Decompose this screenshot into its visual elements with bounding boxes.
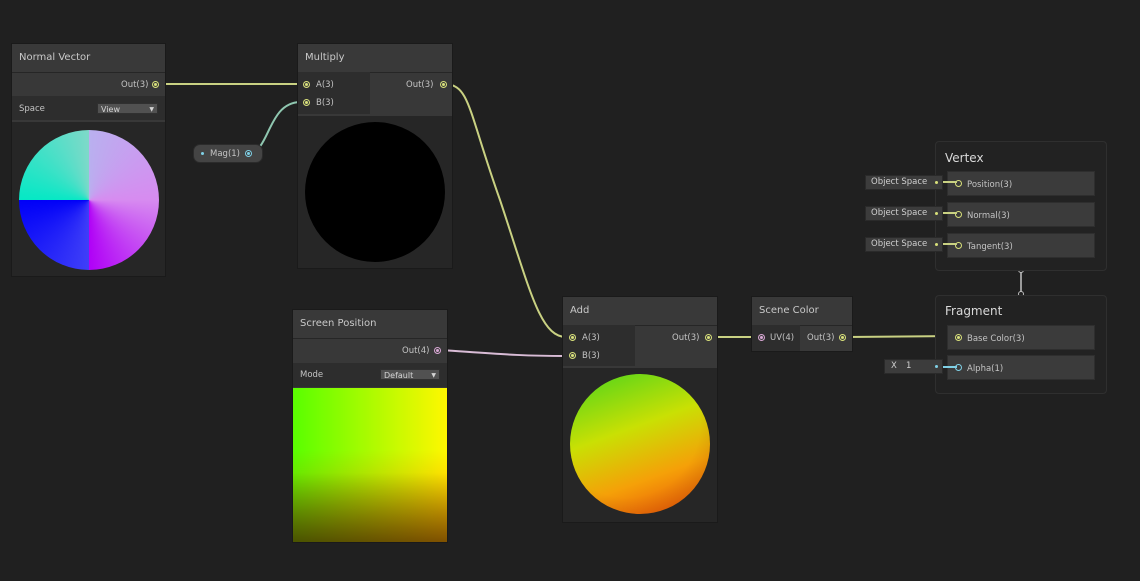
block-alpha[interactable]: Alpha(1) [947, 355, 1095, 380]
block-tangent-label: Tangent(3) [967, 242, 1013, 252]
normal-vector-node[interactable]: Normal Vector Out(3) Space View ▼ [12, 44, 165, 276]
node-title[interactable]: Normal Vector [12, 44, 165, 73]
input-port-a-icon[interactable] [303, 81, 310, 88]
wire-screenpos-to-add-b [440, 349, 567, 357]
output-port-icon[interactable] [839, 334, 846, 341]
mag-property-node[interactable]: Mag(1) [193, 144, 263, 163]
input-dot-icon [935, 181, 938, 184]
normal-input-field[interactable]: Object Space [865, 206, 943, 221]
input-port-b-icon[interactable] [303, 99, 310, 106]
output-port-icon[interactable] [440, 81, 447, 88]
position-input-value: Object Space [871, 177, 928, 187]
fragment-context[interactable]: Fragment Base Color(3) Alpha(1) [935, 295, 1107, 394]
property-output-port-icon[interactable] [245, 150, 252, 157]
block-normal-label: Normal(3) [967, 211, 1010, 221]
wire-multiply-to-add-a [445, 83, 567, 338]
alpha-axis-label: X [891, 361, 897, 371]
node-title[interactable]: Add [563, 297, 717, 326]
normal-input-value: Object Space [871, 208, 928, 218]
scene-color-node[interactable]: Scene Color UV(4) Out(3) [752, 297, 852, 351]
screen-position-node[interactable]: Screen Position Out(4) Mode Default ▼ [293, 310, 447, 542]
alpha-input-field[interactable]: X 1 [884, 359, 943, 374]
chevron-down-icon: ▼ [431, 372, 436, 379]
input-port-b-label: B(3) [582, 351, 600, 361]
space-dropdown[interactable]: View ▼ [97, 103, 158, 114]
space-dropdown-value: View [101, 105, 120, 114]
alpha-input-value[interactable]: 1 [906, 360, 911, 373]
node-preview [298, 116, 452, 268]
node-preview [293, 388, 447, 542]
block-position[interactable]: Position(3) [947, 171, 1095, 196]
input-port-b-label: B(3) [316, 98, 334, 108]
fragment-title: Fragment [945, 304, 1003, 318]
vertex-input-wires [943, 181, 957, 245]
tangent-input-field[interactable]: Object Space [865, 237, 943, 252]
input-port-b-icon[interactable] [569, 352, 576, 359]
multiply-preview-sphere [305, 122, 445, 262]
node-preview [12, 122, 165, 276]
mode-dropdown-value: Default [384, 371, 414, 380]
block-alpha-label: Alpha(1) [967, 364, 1004, 374]
input-port-a-label: A(3) [582, 333, 600, 343]
add-node[interactable]: Add A(3) B(3) Out(3) [563, 297, 717, 522]
output-port-label: Out(3) [672, 333, 700, 343]
property-label: Mag(1) [210, 149, 240, 159]
output-port-icon[interactable] [434, 347, 441, 354]
block-base-color-label: Base Color(3) [967, 334, 1025, 344]
node-preview [563, 368, 717, 522]
mode-dropdown[interactable]: Default ▼ [380, 369, 440, 380]
vertex-context[interactable]: Vertex Position(3) Normal(3) Tangent(3) [935, 141, 1107, 271]
node-title[interactable]: Scene Color [752, 297, 852, 326]
input-port-uv-icon[interactable] [758, 334, 765, 341]
vector3-port-icon[interactable] [955, 334, 962, 341]
space-label: Space [19, 104, 45, 114]
add-preview-sphere [570, 374, 710, 514]
input-port-a-icon[interactable] [569, 334, 576, 341]
multiply-node[interactable]: Multiply A(3) B(3) Out(3) [298, 44, 452, 268]
mode-label: Mode [300, 370, 324, 380]
vertex-title: Vertex [945, 151, 984, 165]
node-title[interactable]: Screen Position [293, 310, 447, 339]
output-port-icon[interactable] [705, 334, 712, 341]
tangent-input-value: Object Space [871, 239, 928, 249]
position-input-field[interactable]: Object Space [865, 175, 943, 190]
output-port-label: Out(3) [807, 333, 835, 343]
block-normal[interactable]: Normal(3) [947, 202, 1095, 227]
chevron-down-icon: ▼ [149, 106, 154, 113]
output-port-icon[interactable] [152, 81, 159, 88]
input-port-a-label: A(3) [316, 80, 334, 90]
input-port-uv-label: UV(4) [770, 333, 795, 343]
output-port-label: Out(3) [121, 80, 149, 90]
input-dot-icon [935, 243, 938, 246]
property-dot-icon [201, 152, 204, 155]
block-base-color[interactable]: Base Color(3) [947, 325, 1095, 350]
input-dot-icon [935, 212, 938, 215]
input-dot-icon [935, 365, 938, 368]
normal-preview-sphere [19, 130, 159, 270]
block-position-label: Position(3) [967, 180, 1013, 190]
alpha-input-wire [943, 366, 957, 368]
output-port-label: Out(4) [402, 346, 430, 356]
block-tangent[interactable]: Tangent(3) [947, 233, 1095, 258]
input-ports-area [298, 72, 370, 114]
node-title[interactable]: Multiply [298, 44, 452, 73]
output-port-label: Out(3) [406, 80, 434, 90]
